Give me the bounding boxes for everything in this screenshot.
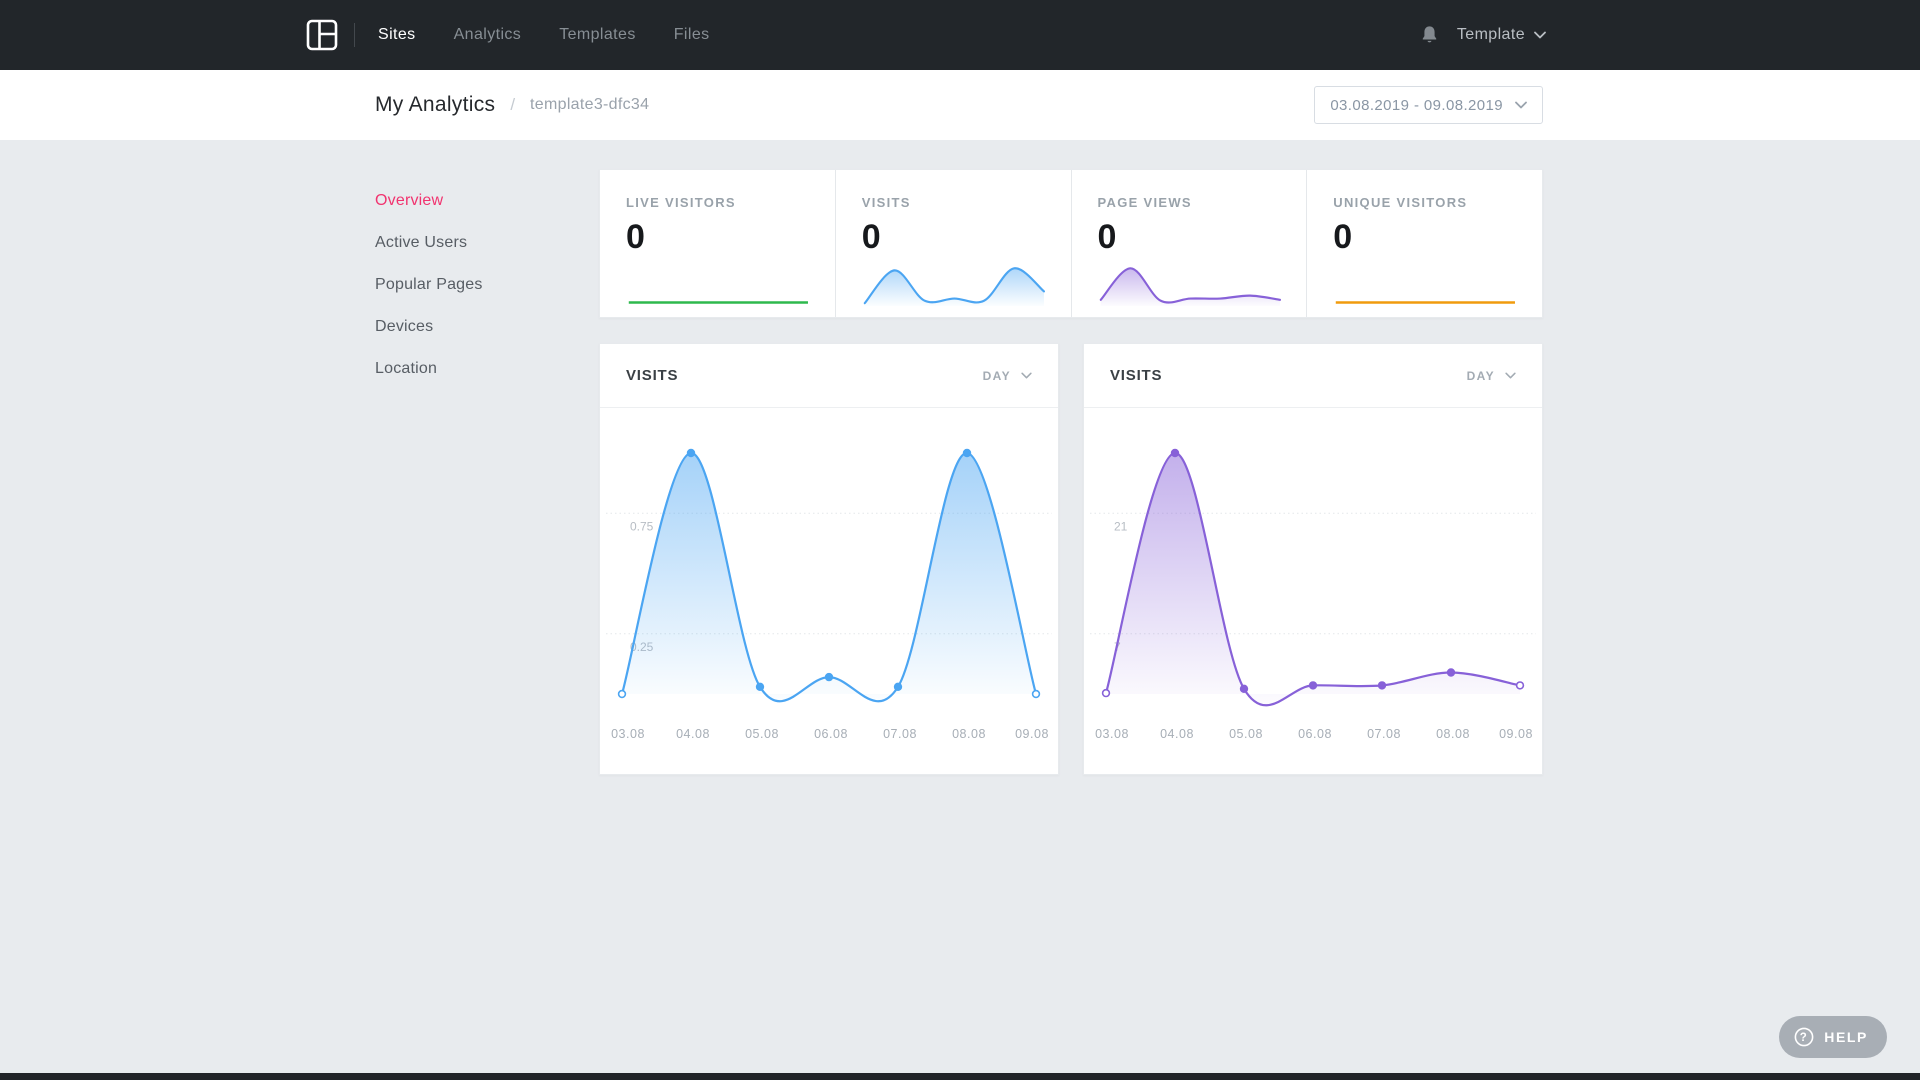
chart-header: VISITS DAY	[1084, 344, 1542, 408]
svg-text:03.08: 03.08	[611, 727, 645, 741]
area-fill	[1106, 453, 1520, 705]
account-dropdown[interactable]: Template	[1457, 26, 1546, 44]
flat-sparkline	[1333, 256, 1518, 308]
svg-text:09.08: 09.08	[1499, 727, 1533, 741]
visits-chart-card-2: VISITSDAY21703.0804.0805.0806.0807.0808.…	[1083, 343, 1543, 775]
stat-sparkline	[1098, 256, 1283, 308]
summary-stats-card: LIVE VISITORS0VISITS0PAGE VIEWS0UNIQUE V…	[599, 169, 1543, 318]
page-header: My Analytics / template3-dfc34 03.08.201…	[0, 70, 1920, 140]
stat-value: 0	[626, 220, 811, 254]
stat-page-views: PAGE VIEWS 0	[1071, 170, 1307, 317]
sidebar-item-location[interactable]: Location	[375, 361, 599, 377]
chevron-down-icon	[1021, 372, 1032, 379]
stat-value: 0	[1333, 220, 1518, 254]
area-line-chart-svg: 0.750.2503.0804.0805.0806.0807.0808.0809…	[600, 408, 1058, 776]
chart-title: VISITS	[626, 367, 678, 384]
x-axis-labels: 03.08 04.08 05.08 06.08 07.08 08.08 09.08	[1095, 727, 1533, 741]
trend-sparkline	[862, 256, 1047, 308]
stat-live-visitors: LIVE VISITORS 0	[600, 170, 835, 317]
chart-plot-area: 0.750.2503.0804.0805.0806.0807.0808.0809…	[600, 408, 1058, 776]
date-range-value: 03.08.2019 - 09.08.2019	[1330, 97, 1503, 114]
analytics-sidebar: Overview Active Users Popular Pages Devices…	[375, 140, 599, 775]
nav-right-group: Template	[1420, 25, 1546, 45]
trend-sparkline	[1098, 256, 1283, 308]
area-line-chart-svg: 21703.0804.0805.0806.0807.0808.0809.08	[1084, 408, 1542, 776]
sidebar-item-devices[interactable]: Devices	[375, 319, 599, 335]
breadcrumb: My Analytics / template3-dfc34	[375, 93, 649, 117]
stat-label: VISITS	[862, 195, 1047, 210]
primary-nav: Sites Analytics Templates Files	[378, 26, 710, 44]
nav-item-sites[interactable]: Sites	[378, 26, 416, 44]
breadcrumb-site-name: template3-dfc34	[530, 96, 649, 114]
stat-label: UNIQUE VISITORS	[1333, 195, 1518, 210]
help-label: HELP	[1824, 1029, 1868, 1045]
area-fill	[622, 453, 1036, 701]
svg-text:07.08: 07.08	[1367, 727, 1401, 741]
svg-text:21: 21	[1114, 519, 1128, 533]
chevron-down-icon	[1534, 31, 1546, 39]
flat-sparkline	[626, 256, 811, 308]
svg-text:06.08: 06.08	[1298, 727, 1332, 741]
stat-label: LIVE VISITORS	[626, 195, 811, 210]
analytics-main: LIVE VISITORS0VISITS0PAGE VIEWS0UNIQUE V…	[599, 140, 1543, 775]
svg-text:05.08: 05.08	[745, 727, 779, 741]
account-label: Template	[1457, 26, 1525, 44]
sidebar-item-active-users[interactable]: Active Users	[375, 235, 599, 251]
svg-text:09.08: 09.08	[1015, 727, 1049, 741]
notifications-bell-icon[interactable]	[1420, 25, 1439, 45]
chevron-down-icon	[1505, 372, 1516, 379]
chart-plot-area: 21703.0804.0805.0806.0807.0808.0809.08	[1084, 408, 1542, 776]
svg-text:08.08: 08.08	[1436, 727, 1470, 741]
sidebar-item-overview[interactable]: Overview	[375, 193, 599, 209]
stat-sparkline	[1333, 256, 1518, 308]
page-content: Overview Active Users Popular Pages Devices…	[375, 140, 1543, 775]
chart-period-dropdown[interactable]: DAY	[1467, 369, 1516, 383]
svg-text:04.08: 04.08	[1160, 727, 1194, 741]
nav-item-analytics[interactable]: Analytics	[454, 26, 522, 44]
svg-text:?: ?	[1800, 1032, 1809, 1044]
stat-visits: VISITS 0	[835, 170, 1071, 317]
svg-text:0.75: 0.75	[630, 519, 654, 533]
chart-period-value: DAY	[983, 369, 1011, 383]
nav-item-files[interactable]: Files	[674, 26, 710, 44]
chart-header: VISITS DAY	[600, 344, 1058, 408]
stat-label: PAGE VIEWS	[1098, 195, 1283, 210]
stat-unique-visitors: UNIQUE VISITORS 0	[1306, 170, 1542, 317]
bottom-strip	[0, 1073, 1920, 1080]
svg-text:08.08: 08.08	[952, 727, 986, 741]
charts-row: VISITSDAY0.750.2503.0804.0805.0806.0807.…	[599, 343, 1543, 775]
stat-sparkline	[626, 256, 811, 308]
chart-period-dropdown[interactable]: DAY	[983, 369, 1032, 383]
svg-text:07.08: 07.08	[883, 727, 917, 741]
visits-chart-card-1: VISITSDAY0.750.2503.0804.0805.0806.0807.…	[599, 343, 1059, 775]
grid-logo-glyph	[306, 19, 338, 51]
app-logo-icon[interactable]	[306, 19, 338, 51]
svg-text:06.08: 06.08	[814, 727, 848, 741]
sidebar-item-popular-pages[interactable]: Popular Pages	[375, 277, 599, 293]
svg-text:04.08: 04.08	[676, 727, 710, 741]
x-axis-labels: 03.08 04.08 05.08 06.08 07.08 08.08 09.08	[611, 727, 1049, 741]
chart-title: VISITS	[1110, 367, 1162, 384]
date-range-select[interactable]: 03.08.2019 - 09.08.2019	[1314, 86, 1543, 124]
svg-text:05.08: 05.08	[1229, 727, 1263, 741]
top-navigation-bar: Sites Analytics Templates Files Template	[0, 0, 1920, 70]
stat-value: 0	[862, 220, 1047, 254]
chevron-down-icon	[1515, 101, 1527, 109]
question-mark-circle-icon: ?	[1793, 1026, 1815, 1048]
page-title: My Analytics	[375, 93, 495, 117]
breadcrumb-separator: /	[510, 95, 515, 115]
stat-value: 0	[1098, 220, 1283, 254]
nav-item-templates[interactable]: Templates	[559, 26, 636, 44]
nav-divider	[354, 23, 355, 47]
help-button[interactable]: ? HELP	[1779, 1016, 1887, 1058]
chart-period-value: DAY	[1467, 369, 1495, 383]
stat-sparkline	[862, 256, 1047, 308]
svg-text:03.08: 03.08	[1095, 727, 1129, 741]
